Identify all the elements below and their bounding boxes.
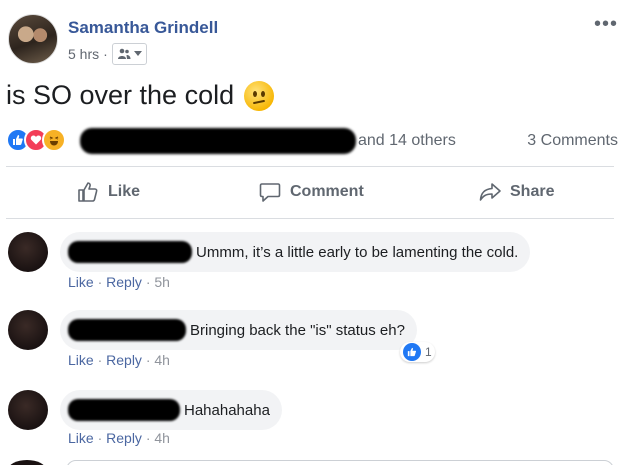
reactors-others-text[interactable]: and 14 others [358,132,456,150]
comment-button-label: Comment [290,183,364,200]
comment-time[interactable]: 4h [154,352,170,368]
comment-reply-link[interactable]: Reply [106,430,142,446]
redacted-commenter-name [68,241,192,263]
friends-icon [117,48,131,59]
comment-like-link[interactable]: Like [68,352,94,368]
comment-reply-link[interactable]: Reply [106,352,142,368]
commenter-avatar[interactable] [8,232,48,272]
comment-text: Bringing back the "is" status eh? [190,321,405,339]
comment-button[interactable]: Comment [258,180,620,204]
comment-bubble: Ummm, it’s a little early to be lamentin… [60,232,531,272]
comment-like-link[interactable]: Like [68,430,94,446]
comment-bubble-icon [259,183,281,202]
like-icon [403,343,421,361]
commenter-avatar[interactable] [8,390,48,430]
status-line: is SO over the cold [6,80,275,111]
share-arrow-icon [479,183,501,201]
post-action-bar: Like Comment Share [0,170,620,214]
post-meta: 5 hrs · [68,43,147,65]
comment-reaction-count: 1 [425,345,432,359]
confused-face-icon [244,80,275,111]
like-button-label: Like [108,183,141,200]
comment-bubble: Hahahahaha [60,390,282,430]
audience-selector[interactable] [111,43,147,65]
post-time[interactable]: 5 hrs [68,46,99,62]
write-comment-input[interactable] [66,460,614,465]
comment-actions: Like · Reply · 5h [68,274,170,290]
author-avatar[interactable] [8,14,58,64]
comment-text: Ummm, it’s a little early to be lamentin… [196,243,519,261]
reaction-icons [6,128,66,152]
comment-reply-link[interactable]: Reply [106,274,142,290]
more-options-icon[interactable]: ••• [594,14,618,34]
comment-bubble: Bringing back the "is" status eh? [60,310,417,350]
status-text: is SO over the cold [6,80,235,110]
thumbs-up-icon [78,182,98,202]
share-button-label: Share [510,183,555,200]
current-user-avatar [8,460,46,465]
reactions-summary[interactable]: and 14 others 3 Comments [6,126,620,156]
meta-separator: · [103,46,108,62]
commenter-avatar[interactable] [8,310,48,350]
share-button[interactable]: Share [478,180,554,204]
redacted-reactors [80,128,356,154]
comment-like-link[interactable]: Like [68,274,94,290]
redacted-commenter-name [68,319,186,341]
chevron-down-icon [133,51,142,56]
comments-count-link[interactable]: 3 Comments [527,132,618,150]
divider [6,218,614,219]
redacted-commenter-name [68,399,180,421]
author-name[interactable]: Samantha Grindell [68,18,218,38]
divider [6,166,614,167]
comment-time[interactable]: 5h [154,274,170,290]
comment-actions: Like · Reply · 4h [68,430,170,446]
comment-actions: Like · Reply · 4h [68,352,170,368]
comment-input-row [6,458,614,465]
comment-text: Hahahahaha [184,401,270,419]
like-button[interactable]: Like [76,180,140,204]
post-card: Samantha Grindell 5 hrs · ••• is SO over… [0,0,620,465]
comment-time[interactable]: 4h [154,430,170,446]
haha-icon [42,128,66,152]
comment-reaction-badge[interactable]: 1 [400,342,435,362]
